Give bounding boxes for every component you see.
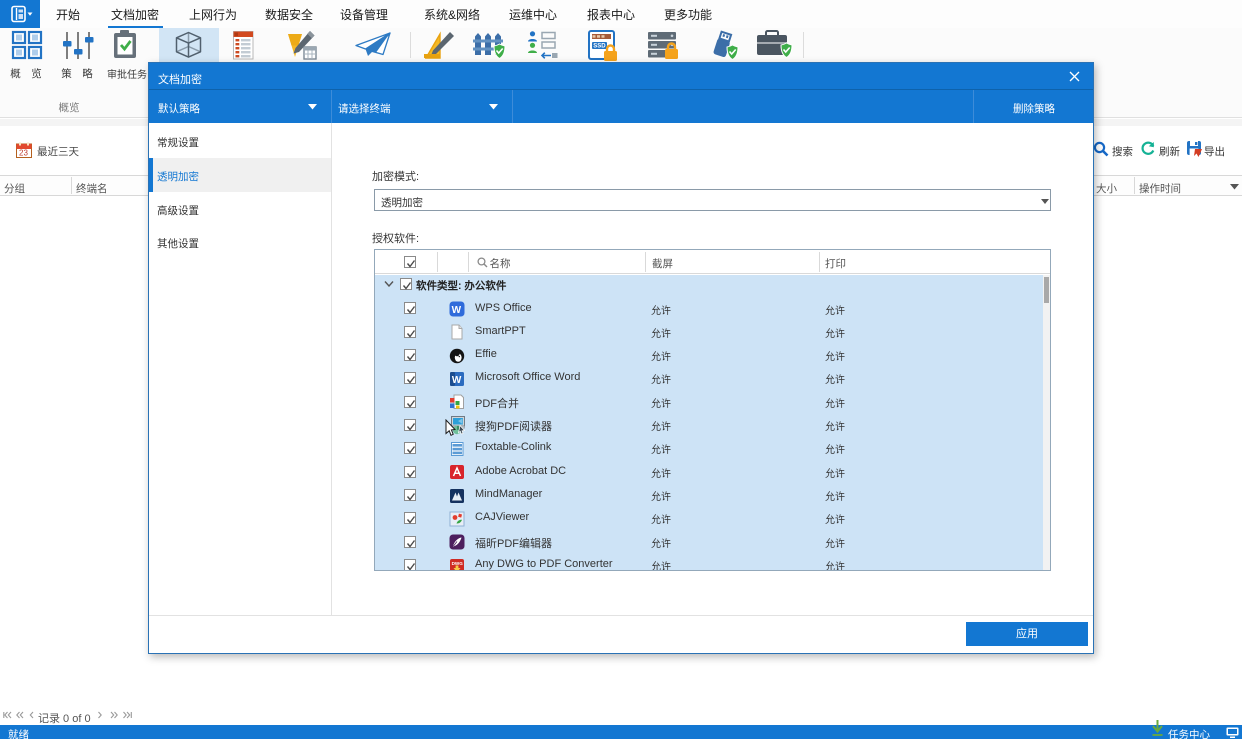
svg-text:23: 23 — [19, 149, 28, 158]
svg-text:SSD: SSD — [593, 44, 606, 50]
svg-text:W: W — [452, 375, 462, 386]
svg-text:W: W — [452, 305, 462, 316]
svg-text:DWG: DWG — [452, 561, 464, 566]
